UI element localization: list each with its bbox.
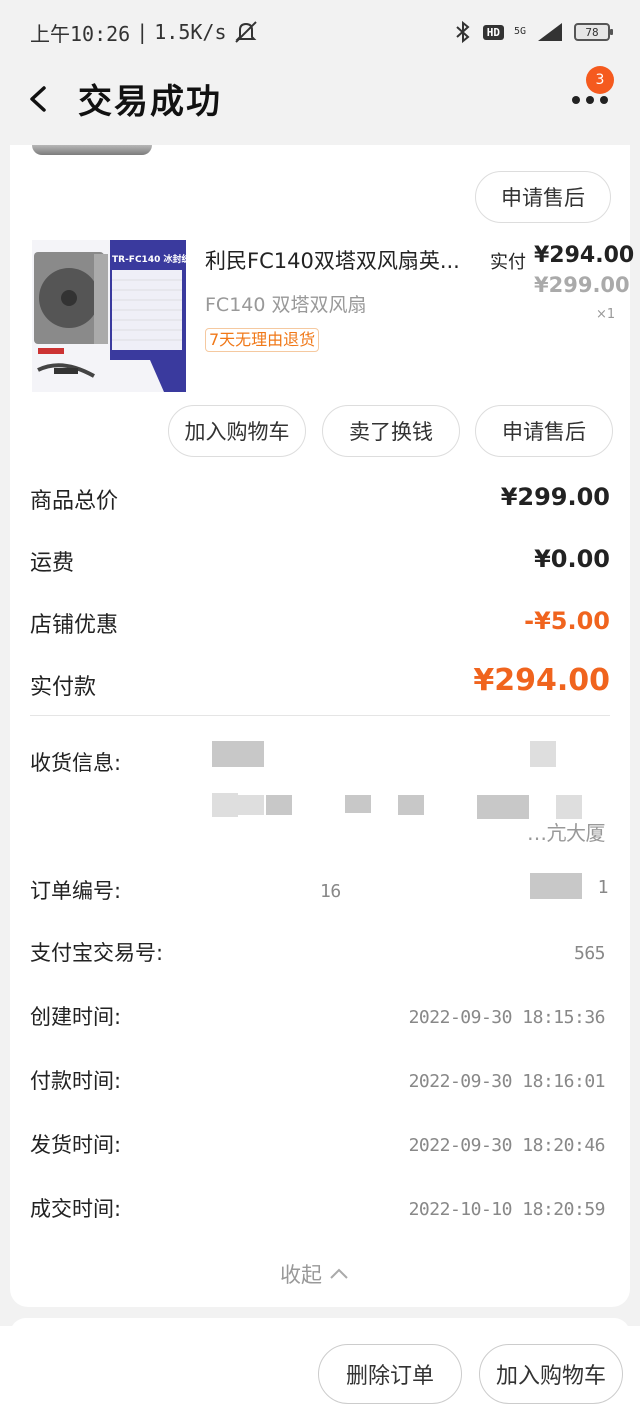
summary-label: 实付款 [30, 675, 97, 700]
summary-value: -¥5.00 [524, 607, 610, 635]
summary-row-shipping: 运费 ¥0.00 [30, 545, 610, 585]
order-number-tail: 1 [597, 877, 609, 898]
battery-icon: 78 [574, 23, 613, 41]
after-sale-button[interactable]: 申请售后 [475, 405, 613, 457]
summary-row-paid: 实付款 ¥294.00 [30, 663, 610, 709]
redacted-block [556, 795, 582, 819]
summary-label: 店铺优惠 [30, 613, 119, 638]
nav-bar: 交易成功 [0, 64, 640, 134]
summary-value: ¥299.00 [500, 483, 610, 511]
product-name[interactable]: 利民FC140双塔双风扇英... [205, 245, 460, 275]
quantity: ×1 [596, 307, 616, 322]
paid-label: 实付 [490, 252, 526, 273]
delete-order-button[interactable]: 删除订单 [318, 1344, 462, 1404]
redacted-block [212, 741, 264, 767]
summary-label: 商品总价 [30, 489, 119, 514]
bottom-add-cart-button[interactable]: 加入购物车 [479, 1344, 623, 1404]
network-type: 5G [513, 26, 526, 37]
redacted-block [530, 873, 582, 899]
collapse-label: 收起 [280, 1263, 322, 1287]
redacted-block [238, 795, 264, 815]
previous-item-peek [32, 145, 152, 155]
redacted-block [530, 741, 556, 767]
chevron-up-icon [330, 1268, 348, 1279]
alipay-label: 支付宝交易号: [30, 941, 164, 965]
return-policy-tag: 7天无理由退货 [205, 328, 320, 352]
divider [30, 715, 610, 716]
add-cart-button[interactable]: 加入购物车 [168, 405, 306, 457]
status-bar: 上午10:26 | 1.5K/s HD 5G 78 [0, 0, 640, 64]
summary-value: ¥0.00 [534, 545, 610, 573]
summary-label: 运费 [30, 551, 75, 576]
status-left: 上午10:26 | 1.5K/s [30, 18, 259, 47]
cooler-illustration: TR-FC140 冰封统领 [32, 240, 186, 392]
paid-time-value: 2022-09-30 18:16:01 [408, 1071, 606, 1092]
redacted-block [477, 795, 529, 819]
paid-time-label: 付款时间: [30, 1069, 122, 1093]
mute-icon [234, 21, 257, 43]
bluetooth-icon [456, 20, 470, 44]
image-title: TR-FC140 冰封统领 [112, 253, 186, 265]
redacted-block [398, 795, 424, 815]
product-image[interactable]: TR-FC140 冰封统领 [32, 240, 186, 392]
collapse-toggle[interactable]: 收起 [280, 1259, 350, 1289]
created-time-label: 创建时间: [30, 1005, 122, 1029]
redacted-block [266, 795, 292, 815]
bottom-action-bar: 删除订单 加入购物车 [0, 1326, 640, 1422]
summary-row-total: 商品总价 ¥299.00 [30, 483, 610, 523]
order-card: 申请售后 TR-FC140 冰封统领 利民FC140双塔双风扇英... FC14… [10, 145, 634, 1307]
summary-value: ¥294.00 [473, 663, 610, 698]
back-icon[interactable] [24, 82, 54, 116]
redacted-block [212, 793, 238, 817]
resell-button[interactable]: 卖了换钱 [322, 405, 460, 457]
shipped-time-value: 2022-09-30 18:20:46 [408, 1135, 606, 1156]
original-price: ¥299.00 [534, 273, 630, 297]
redacted-block [345, 795, 371, 813]
shipped-time-label: 发货时间: [30, 1133, 122, 1157]
page-title: 交易成功 [78, 82, 222, 122]
status-time: 上午10:26 [30, 21, 131, 46]
paid-price: ¥294.00 [534, 243, 635, 268]
order-number-label: 订单编号: [30, 879, 122, 903]
product-spec: FC140 双塔双风扇 [205, 294, 367, 316]
hd-badge: HD [482, 24, 504, 40]
shipping-value: …亢大厦 [527, 821, 606, 845]
closed-time-value: 2022-10-10 18:20:59 [408, 1199, 606, 1220]
after-sale-top-button[interactable]: 申请售后 [475, 171, 611, 223]
status-right: HD 5G 78 [453, 20, 613, 44]
shipping-label: 收货信息: [30, 751, 122, 775]
closed-time-label: 成交时间: [30, 1197, 122, 1221]
alipay-value: 565 [573, 943, 606, 964]
signal-icon [538, 23, 562, 41]
status-speed: 1.5K/s [154, 20, 227, 44]
status-separator: | [136, 20, 149, 44]
notification-badge: 3 [586, 66, 614, 94]
created-time-value: 2022-09-30 18:15:36 [408, 1007, 606, 1028]
summary-row-discount: 店铺优惠 -¥5.00 [30, 607, 610, 647]
order-number-partial: 16 [320, 881, 341, 902]
battery-level: 78 [585, 25, 599, 39]
